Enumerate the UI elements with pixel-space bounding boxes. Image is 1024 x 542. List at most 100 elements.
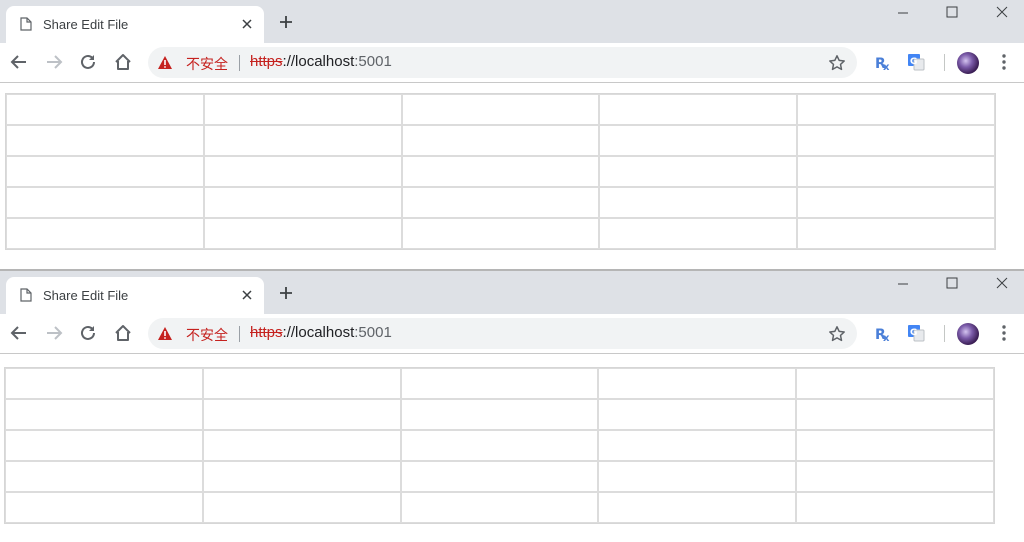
page-content — [0, 356, 1024, 542]
address-bar[interactable]: 不安全 https://localhost:5001 — [148, 318, 857, 349]
table-cell[interactable] — [203, 218, 402, 249]
minimize-icon[interactable] — [895, 275, 911, 291]
table-cell[interactable] — [797, 187, 995, 218]
table-cell[interactable] — [796, 492, 994, 523]
table-cell[interactable] — [5, 399, 203, 430]
rx-extension-icon[interactable]: Rx — [874, 324, 892, 342]
svg-text:x: x — [883, 333, 890, 342]
table-cell[interactable] — [797, 156, 995, 187]
url-scheme: https — [250, 53, 283, 70]
close-icon[interactable] — [239, 287, 255, 303]
toolbar-divider — [944, 54, 945, 71]
profile-avatar[interactable] — [957, 52, 979, 74]
table-cell[interactable] — [5, 430, 203, 461]
url-text[interactable]: https://localhost:5001 — [250, 324, 392, 341]
table-cell[interactable] — [6, 187, 204, 218]
table-cell[interactable] — [203, 94, 402, 125]
table-cell[interactable] — [796, 399, 994, 430]
table-cell[interactable] — [202, 368, 401, 399]
table-cell[interactable] — [203, 125, 402, 156]
home-icon[interactable] — [114, 53, 132, 71]
minimize-icon[interactable] — [895, 4, 911, 20]
table-cell[interactable] — [202, 461, 401, 492]
table-cell[interactable] — [5, 368, 203, 399]
translate-extension-icon[interactable]: G — [907, 53, 925, 71]
table-cell[interactable] — [599, 218, 798, 249]
table-cell[interactable] — [400, 368, 599, 399]
forward-arrow-icon[interactable] — [45, 53, 63, 71]
maximize-icon[interactable] — [944, 275, 960, 291]
table-cell[interactable] — [598, 492, 797, 523]
translate-extension-icon[interactable]: G — [907, 324, 925, 342]
table-cell[interactable] — [6, 156, 204, 187]
kebab-menu-icon[interactable] — [996, 324, 1012, 342]
window-close-icon[interactable] — [994, 275, 1010, 291]
plus-icon[interactable] — [278, 285, 294, 301]
plus-icon[interactable] — [278, 14, 294, 30]
table-cell[interactable] — [401, 156, 600, 187]
browser-window-bottom: Share Edit File 不安全 https://localhost:50… — [0, 269, 1024, 542]
table-cell[interactable] — [598, 368, 797, 399]
tab-title: Share Edit File — [43, 288, 129, 303]
kebab-menu-icon[interactable] — [996, 53, 1012, 71]
table-cell[interactable] — [401, 187, 600, 218]
warning-icon[interactable] — [157, 55, 173, 70]
svg-text:G: G — [910, 328, 917, 338]
table-cell[interactable] — [797, 125, 995, 156]
tab-share-edit-file[interactable]: Share Edit File — [6, 6, 264, 43]
table-cell[interactable] — [598, 430, 797, 461]
warning-icon[interactable] — [157, 326, 173, 341]
browser-window-top: Share Edit File 不安全 https://localhost:50… — [0, 0, 1024, 269]
reload-icon[interactable] — [79, 53, 97, 71]
url-port: :5001 — [354, 324, 392, 341]
maximize-icon[interactable] — [944, 4, 960, 20]
table-cell[interactable] — [401, 94, 600, 125]
table-cell[interactable] — [203, 187, 402, 218]
table-cell[interactable] — [599, 156, 798, 187]
back-arrow-icon[interactable] — [10, 324, 28, 342]
table-cell[interactable] — [5, 492, 203, 523]
table-cell[interactable] — [599, 187, 798, 218]
table-cell[interactable] — [598, 399, 797, 430]
security-label[interactable]: 不安全 — [186, 325, 228, 345]
table-cell[interactable] — [796, 461, 994, 492]
table-cell[interactable] — [6, 218, 204, 249]
address-bar[interactable]: 不安全 https://localhost:5001 — [148, 47, 857, 78]
tab-share-edit-file[interactable]: Share Edit File — [6, 277, 264, 314]
home-icon[interactable] — [114, 324, 132, 342]
svg-text:x: x — [883, 62, 890, 71]
svg-text:G: G — [910, 57, 917, 67]
table-cell[interactable] — [202, 399, 401, 430]
back-arrow-icon[interactable] — [10, 53, 28, 71]
table-cell[interactable] — [797, 218, 995, 249]
forward-arrow-icon[interactable] — [45, 324, 63, 342]
star-icon[interactable] — [828, 325, 846, 343]
table-cell[interactable] — [599, 125, 798, 156]
security-label[interactable]: 不安全 — [186, 54, 228, 74]
table-cell[interactable] — [400, 399, 599, 430]
table-cell[interactable] — [400, 461, 599, 492]
table-cell[interactable] — [400, 430, 599, 461]
table-cell[interactable] — [6, 94, 204, 125]
table-cell[interactable] — [598, 461, 797, 492]
star-icon[interactable] — [828, 54, 846, 72]
close-icon[interactable] — [239, 16, 255, 32]
table-cell[interactable] — [202, 430, 401, 461]
table-cell[interactable] — [796, 368, 994, 399]
rx-extension-icon[interactable]: Rx — [874, 53, 892, 71]
table-cell[interactable] — [5, 461, 203, 492]
reload-icon[interactable] — [79, 324, 97, 342]
table-cell[interactable] — [400, 492, 599, 523]
table-cell[interactable] — [202, 492, 401, 523]
profile-avatar[interactable] — [957, 323, 979, 345]
table-cell[interactable] — [401, 125, 600, 156]
table-cell[interactable] — [401, 218, 600, 249]
table-cell[interactable] — [6, 125, 204, 156]
table-cell[interactable] — [797, 94, 995, 125]
document-icon — [20, 17, 32, 31]
table-cell[interactable] — [203, 156, 402, 187]
window-close-icon[interactable] — [994, 4, 1010, 20]
url-text[interactable]: https://localhost:5001 — [250, 53, 392, 70]
table-cell[interactable] — [599, 94, 798, 125]
table-cell[interactable] — [796, 430, 994, 461]
